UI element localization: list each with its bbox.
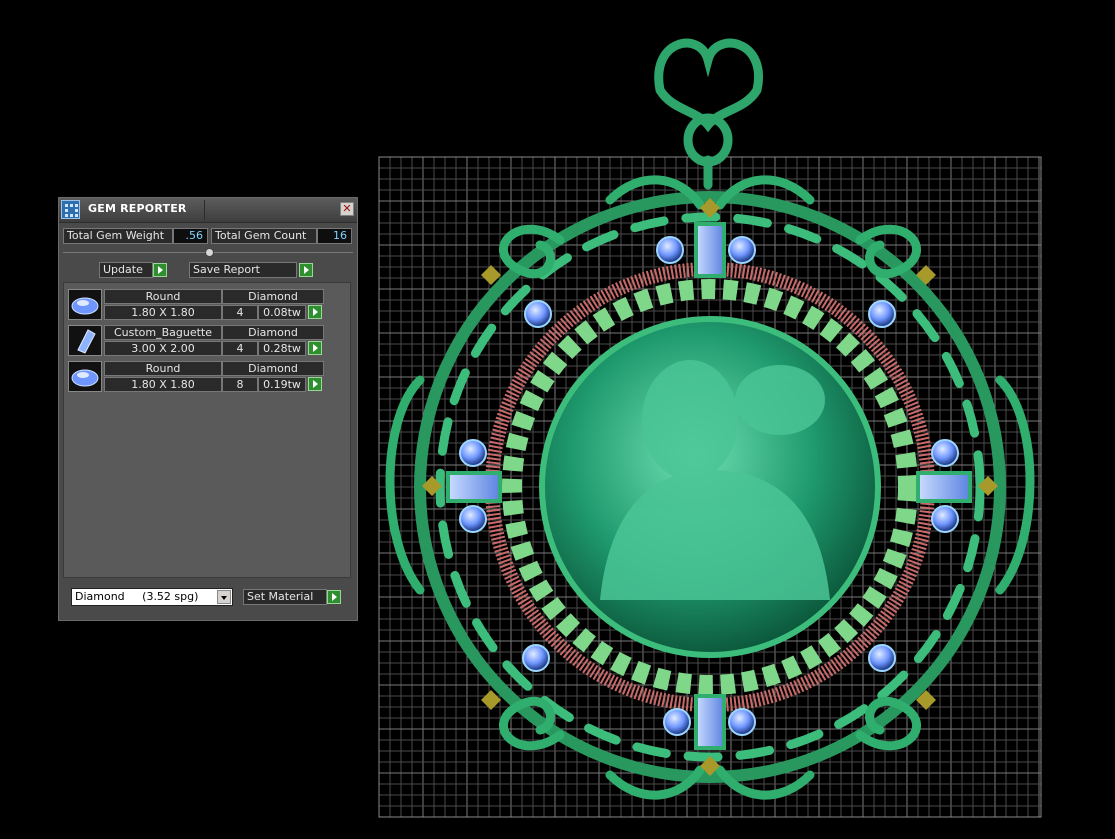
save-report-go-icon[interactable]	[299, 263, 313, 277]
gem-shape: Round	[104, 289, 222, 304]
gem-row-go-icon[interactable]	[308, 377, 322, 391]
gem-reporter-app-icon	[61, 200, 80, 219]
pendant-bail	[654, 38, 763, 190]
total-gem-count-label: Total Gem Count	[211, 228, 317, 244]
baguette-gem-icon	[68, 325, 102, 356]
panel-titlebar[interactable]: GEM REPORTER ✕	[59, 198, 357, 223]
gem-size: 3.00 X 2.00	[104, 341, 222, 356]
gem-row[interactable]: Round Diamond 1.80 X 1.80 8 0.19tw	[68, 359, 330, 393]
panel-title: GEM REPORTER	[88, 202, 187, 215]
gem-weight: 0.28tw	[258, 341, 306, 356]
total-gem-weight-value: .56	[173, 228, 208, 244]
material-select[interactable]: Diamond (3.52 spg)	[71, 588, 233, 606]
chevron-down-icon[interactable]	[217, 590, 231, 604]
gem-size: 1.80 X 1.80	[104, 305, 222, 320]
gem-reporter-panel: GEM REPORTER ✕ Total Gem Weight .56 Tota…	[58, 197, 358, 621]
close-icon[interactable]: ✕	[340, 202, 354, 216]
round-gem-icon	[68, 361, 102, 392]
gem-count: 4	[222, 341, 258, 356]
gem-size: 1.80 X 1.80	[104, 377, 222, 392]
gem-row[interactable]: Custom_Baguette Diamond 3.00 X 2.00 4 0.…	[68, 323, 330, 357]
gem-shape: Round	[104, 361, 222, 376]
update-button[interactable]: Update	[99, 262, 153, 278]
round-gem-icon	[68, 289, 102, 320]
set-material-button[interactable]: Set Material	[243, 589, 327, 605]
total-gem-weight-label: Total Gem Weight	[63, 228, 173, 244]
gem-count: 4	[222, 305, 258, 320]
titlebar-divider	[204, 200, 205, 220]
total-gem-count-value: 16	[317, 228, 352, 244]
gem-material: Diamond	[222, 325, 324, 340]
material-select-value: Diamond (3.52 spg)	[75, 590, 199, 603]
gem-count: 8	[222, 377, 258, 392]
gem-material: Diamond	[222, 289, 324, 304]
gem-row-go-icon[interactable]	[308, 305, 322, 319]
splitter-knob-icon[interactable]	[205, 248, 214, 257]
gem-weight: 0.19tw	[258, 377, 306, 392]
save-report-button[interactable]: Save Report	[189, 262, 297, 278]
gem-weight: 0.08tw	[258, 305, 306, 320]
update-go-icon[interactable]	[153, 263, 167, 277]
panel-splitter[interactable]	[63, 248, 353, 257]
material-bar: Diamond (3.52 spg) Set Material	[63, 584, 351, 614]
gem-row-go-icon[interactable]	[308, 341, 322, 355]
gem-row[interactable]: Round Diamond 1.80 X 1.80 4 0.08tw	[68, 287, 330, 321]
set-material-go-icon[interactable]	[327, 590, 341, 604]
gem-shape: Custom_Baguette	[104, 325, 222, 340]
gem-material: Diamond	[222, 361, 324, 376]
gem-list: Round Diamond 1.80 X 1.80 4 0.08tw Custo…	[63, 282, 351, 578]
